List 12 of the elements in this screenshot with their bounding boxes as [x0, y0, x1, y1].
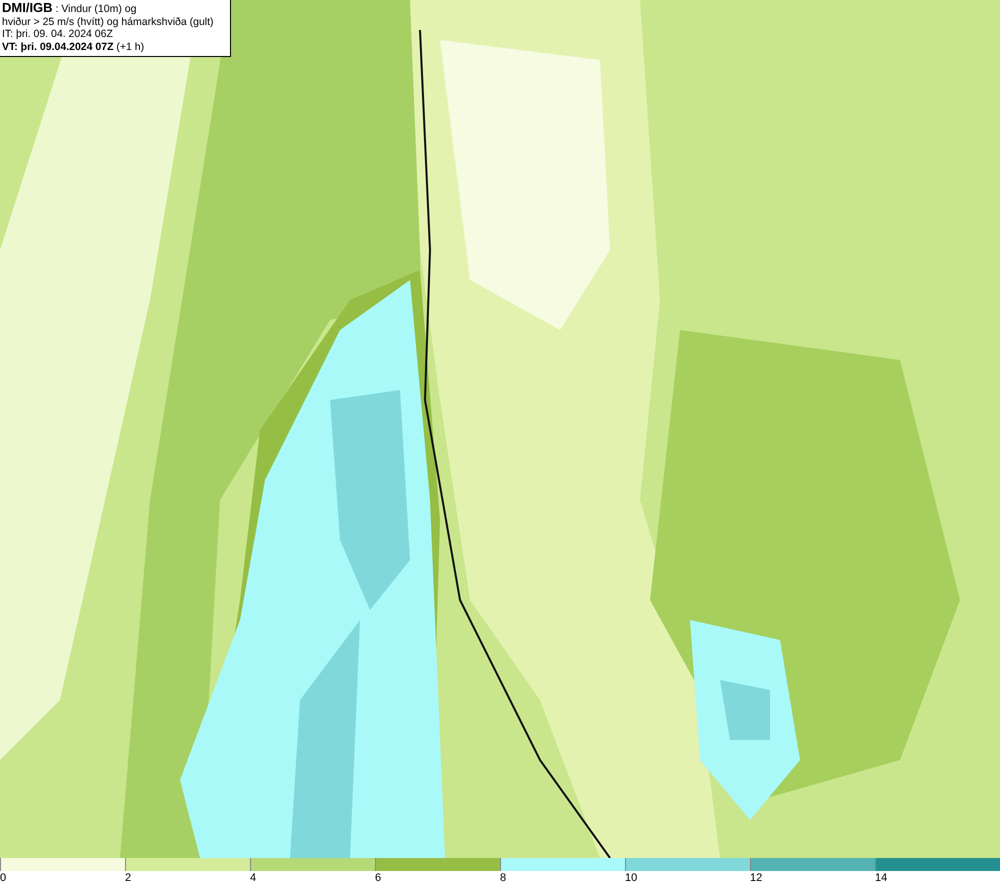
legend-label: 10 [625, 871, 638, 885]
legend-label: 4 [250, 871, 256, 885]
title-line: hviður > 25 m/s (hvítt) og hámarkshviða (gult) [2, 16, 215, 28]
title-line: IT: þri. 09. 04. 2024 06Z [2, 28, 114, 40]
legend-label: 0 [0, 871, 6, 885]
legend-label: 6 [375, 871, 382, 885]
legend-label: 14 [875, 871, 888, 885]
legend-label: 8 [500, 871, 506, 885]
title-line: VT: þri. 09.04.2024 07Z (+1 h) [2, 40, 146, 53]
legend-label: 12 [750, 871, 762, 885]
legend-label: 2 [125, 871, 132, 885]
title-line: DMI/IGB : Vindur (10m) og [2, 2, 138, 16]
